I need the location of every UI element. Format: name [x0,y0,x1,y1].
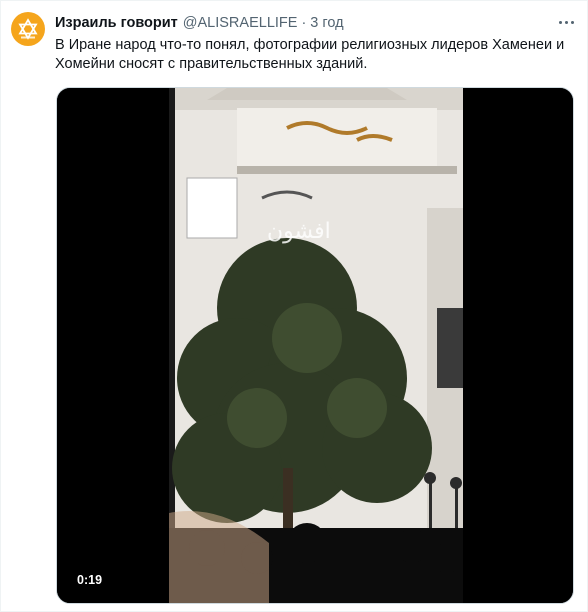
more-options-icon[interactable] [555,13,577,31]
star-of-david-icon [18,18,38,40]
tweet-text: В Иране народ что-то понял, фотографии р… [55,37,565,72]
tweet-card[interactable]: Израиль говорит @ALISRAELLIFE · 3 год В … [0,0,588,612]
video-duration: 0:19 [71,571,109,589]
author-avatar[interactable] [11,12,45,46]
author-handle[interactable]: @ALISRAELLIFE [183,15,298,31]
video-player[interactable]: افشون 0:19 [56,87,574,604]
tweet-header: Израиль говорит @ALISRAELLIFE · 3 год [55,13,547,33]
author-name[interactable]: Израиль говорит [55,15,178,31]
separator-dot: · [301,15,307,31]
video-watermark: افشون [267,219,331,244]
video-frame: افشون [57,88,573,603]
tweet-timestamp[interactable]: 3 год [310,15,343,31]
